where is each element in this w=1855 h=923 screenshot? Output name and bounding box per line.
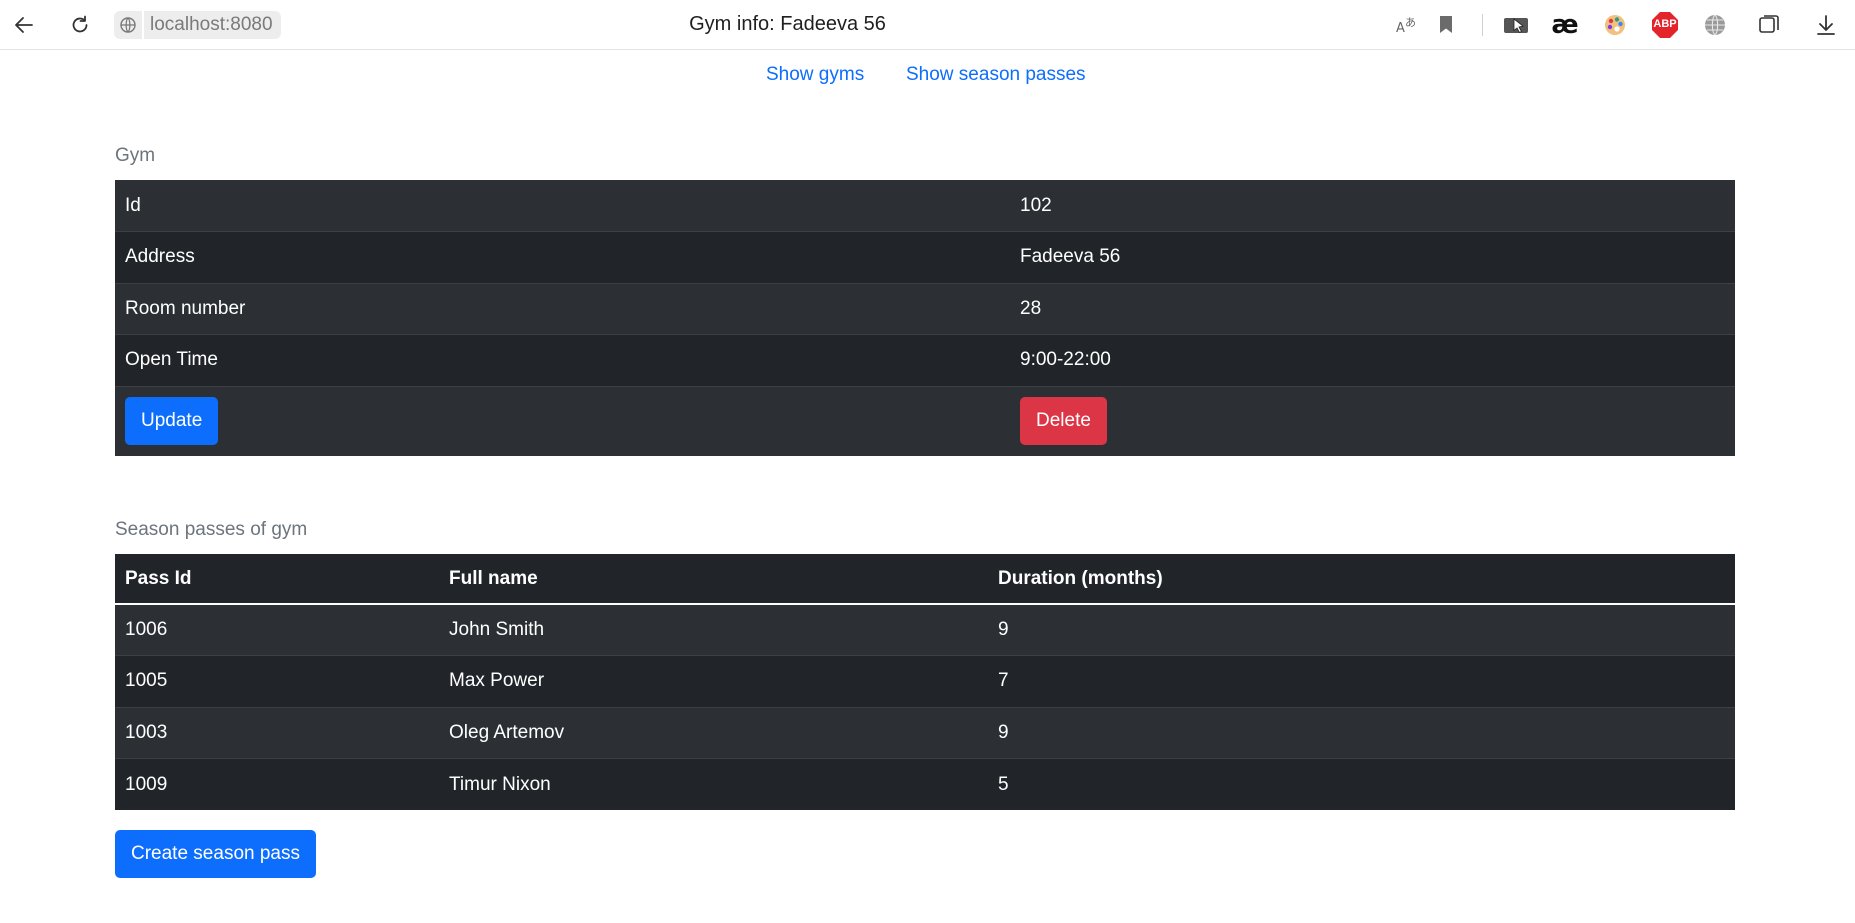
create-season-pass-button[interactable]: Create season pass xyxy=(115,830,316,878)
show-gyms-link[interactable]: Show gyms xyxy=(766,64,864,86)
table-row: Address Fadeeva 56 xyxy=(115,231,1735,283)
table-header-row: Pass Id Full name Duration (months) xyxy=(115,554,1735,604)
download-icon[interactable] xyxy=(1812,11,1840,39)
table-row: Room number 28 xyxy=(115,283,1735,335)
gym-info-table: Id 102 Address Fadeeva 56 Room number 28… xyxy=(115,180,1735,456)
delete-cell: Delete xyxy=(1010,386,1735,456)
ae-extension-icon[interactable]: æ xyxy=(1551,11,1579,39)
browser-toolbar: localhost:8080 Gym info: Fadeeva 56 Aあ æ… xyxy=(0,0,1855,50)
table-row[interactable]: 1006 John Smith 9 xyxy=(115,604,1735,656)
tab-title: Gym info: Fadeeva 56 xyxy=(689,13,886,35)
duration-cell: 9 xyxy=(998,619,1009,640)
adblock-plus-label: ABP xyxy=(1653,18,1677,30)
table-row: Open Time 9:00-22:00 xyxy=(115,334,1735,386)
pass-id-cell: 1009 xyxy=(125,773,168,795)
collections-icon[interactable] xyxy=(1755,11,1783,39)
field-label: Open Time xyxy=(125,349,218,371)
field-label: Id xyxy=(125,194,141,216)
column-header-full-name: Full name xyxy=(449,567,538,589)
cursor-extension-icon[interactable] xyxy=(1502,11,1530,39)
column-header-duration: Duration (months) xyxy=(998,567,1163,589)
top-nav: Show gyms Show season passes xyxy=(0,64,1855,90)
field-value: 102 xyxy=(1020,194,1052,216)
field-value: Fadeeva 56 xyxy=(1020,246,1121,268)
passes-section-label: Season passes of gym xyxy=(115,519,308,540)
table-row: Id 102 xyxy=(115,180,1735,232)
table-row[interactable]: 1009 Timur Nixon 5 xyxy=(115,758,1735,810)
table-row[interactable]: 1005 Max Power 7 xyxy=(115,655,1735,707)
pass-id-cell: 1006 xyxy=(125,619,168,640)
duration-cell: 7 xyxy=(998,670,1009,692)
field-label: Room number xyxy=(125,297,246,319)
pass-id-cell: 1003 xyxy=(125,721,168,743)
full-name-cell: Max Power xyxy=(449,670,545,692)
svg-text:あ: あ xyxy=(1405,16,1416,29)
field-value: 9:00-22:00 xyxy=(1020,349,1111,371)
globe-extension-icon[interactable] xyxy=(1701,11,1729,39)
pass-id-cell: 1005 xyxy=(125,670,168,692)
update-cell: Update xyxy=(115,386,1010,456)
palette-extension-icon[interactable] xyxy=(1601,11,1629,39)
toolbar-divider xyxy=(1482,14,1483,36)
full-name-cell: Oleg Artemov xyxy=(449,721,565,743)
update-button[interactable]: Update xyxy=(125,397,219,446)
translate-icon[interactable]: Aあ xyxy=(1392,11,1420,39)
show-season-passes-link[interactable]: Show season passes xyxy=(906,64,1086,86)
duration-cell: 9 xyxy=(998,721,1009,743)
svg-text:A: A xyxy=(1396,21,1405,36)
full-name-cell: John Smith xyxy=(449,619,545,640)
actions-row: Update Delete xyxy=(115,386,1735,456)
field-label: Address xyxy=(125,246,195,268)
bookmark-icon[interactable] xyxy=(1432,11,1460,39)
ae-extension-label: æ xyxy=(1551,10,1579,40)
season-passes-table: Pass Id Full name Duration (months) 1006… xyxy=(115,554,1735,810)
field-value: 28 xyxy=(1020,297,1042,319)
full-name-cell: Timur Nixon xyxy=(449,773,551,795)
adblock-plus-icon[interactable]: ABP xyxy=(1651,11,1679,39)
gym-section-label: Gym xyxy=(115,145,156,166)
column-header-pass-id: Pass Id xyxy=(125,567,192,589)
duration-cell: 5 xyxy=(998,773,1009,795)
table-row[interactable]: 1003 Oleg Artemov 9 xyxy=(115,707,1735,759)
delete-button[interactable]: Delete xyxy=(1020,397,1107,446)
